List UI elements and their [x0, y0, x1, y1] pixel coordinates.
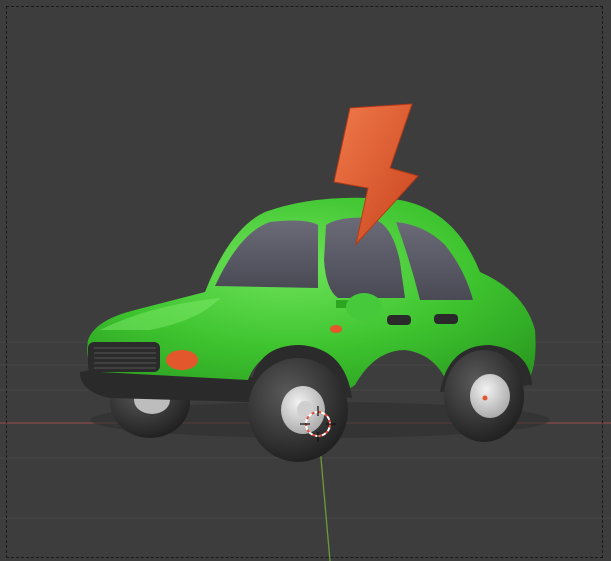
rear-tire — [444, 350, 524, 442]
headlight — [166, 350, 198, 370]
door-handle-front — [387, 315, 411, 325]
front-tire — [248, 358, 348, 462]
viewport-scene[interactable] — [0, 0, 611, 561]
front-grille — [88, 342, 160, 372]
door-handle-rear — [434, 314, 458, 324]
side-indicator — [330, 325, 342, 333]
3d-viewport[interactable] — [0, 0, 611, 561]
